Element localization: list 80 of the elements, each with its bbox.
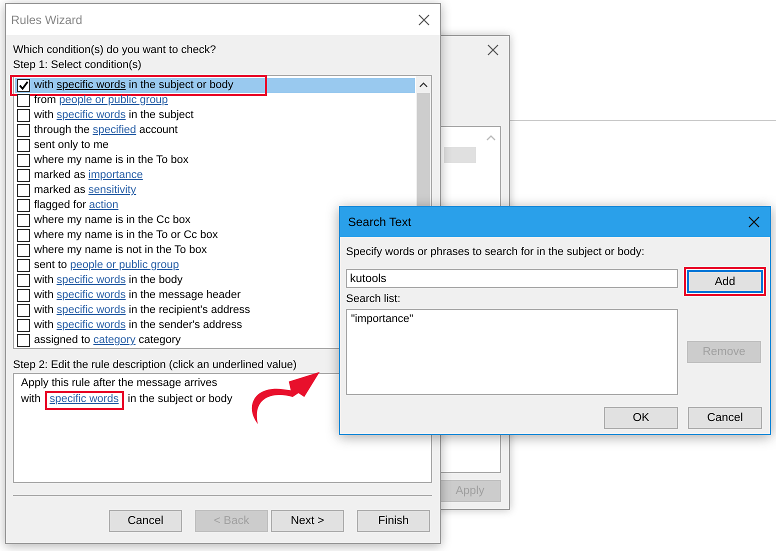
condition-link[interactable]: specified xyxy=(92,124,136,136)
search-list-label: Search list: xyxy=(346,292,402,307)
condition-text: with specific words in the subject or body xyxy=(34,78,234,93)
checkbox[interactable] xyxy=(17,154,30,167)
condition-text: through the specified account xyxy=(34,123,178,138)
checkbox[interactable] xyxy=(17,169,30,182)
condition-link[interactable]: sensitivity xyxy=(88,184,136,196)
checkbox[interactable] xyxy=(17,94,30,107)
condition-row[interactable]: sent only to me xyxy=(15,138,415,153)
condition-row[interactable]: assigned to category category xyxy=(15,333,415,348)
condition-row[interactable]: flagged for action xyxy=(15,198,415,213)
checkbox[interactable] xyxy=(17,184,30,197)
condition-text: with specific words in the sender's address xyxy=(34,318,242,333)
close-icon[interactable] xyxy=(487,44,499,56)
condition-text: with specific words in the recipient's address xyxy=(34,303,250,318)
step-label: Step 2: Edit the rule description (click an underlined value) xyxy=(13,358,298,373)
checkbox[interactable] xyxy=(17,139,30,152)
checkbox[interactable] xyxy=(17,199,30,212)
checkbox[interactable] xyxy=(17,259,30,272)
condition-link[interactable]: category xyxy=(93,334,136,346)
description-text: Apply this rule after the message arrives xyxy=(21,377,218,389)
checkbox[interactable] xyxy=(17,319,30,332)
condition-text: sent to people or public group xyxy=(34,258,179,273)
search-list-item[interactable]: "importance" xyxy=(351,312,414,327)
checkbox[interactable] xyxy=(17,304,30,317)
checkbox[interactable] xyxy=(17,274,30,287)
checkbox[interactable] xyxy=(17,79,30,92)
condition-text: where my name is in the To box xyxy=(34,153,188,168)
condition-row[interactable]: where my name is in the To or Cc box xyxy=(15,228,415,243)
checkbox[interactable] xyxy=(17,109,30,122)
condition-text: marked as sensitivity xyxy=(34,183,136,198)
checkbox[interactable] xyxy=(17,214,30,227)
close-icon[interactable] xyxy=(418,14,430,26)
close-icon[interactable] xyxy=(748,216,760,228)
dialog-button[interactable]: Cancel xyxy=(688,407,762,429)
condition-row[interactable]: marked as sensitivity xyxy=(15,183,415,198)
condition-link[interactable]: people or public group xyxy=(70,259,179,271)
condition-text: where my name is not in the To box xyxy=(34,243,207,258)
dialog-title: Search Text xyxy=(348,215,412,229)
condition-row[interactable]: with specific words in the subject xyxy=(15,108,415,123)
checkbox[interactable] xyxy=(17,124,30,137)
scroll-up-icon[interactable] xyxy=(419,82,428,88)
condition-text: from people or public group xyxy=(34,93,168,108)
condition-text: marked as importance xyxy=(34,168,143,183)
condition-text: sent only to me xyxy=(34,138,109,153)
dialog-button[interactable]: OK xyxy=(604,407,678,429)
condition-row[interactable]: where my name is in the To box xyxy=(15,153,415,168)
wizard-button[interactable]: Cancel xyxy=(109,510,182,532)
condition-row[interactable]: marked as importance xyxy=(15,168,415,183)
condition-row[interactable]: from people or public group xyxy=(15,93,415,108)
add-button[interactable]: Add xyxy=(687,270,763,293)
checkbox[interactable] xyxy=(17,289,30,302)
condition-text: with specific words in the subject xyxy=(34,108,194,123)
condition-link[interactable]: people or public group xyxy=(59,94,168,106)
question-text: Which condition(s) do you want to check? xyxy=(13,43,217,58)
condition-text: flagged for action xyxy=(34,198,118,213)
wizard-button[interactable]: Finish xyxy=(357,510,430,532)
condition-text: with specific words in the body xyxy=(34,273,183,288)
condition-text: where my name is in the To or Cc box xyxy=(34,228,218,243)
condition-text: assigned to category category xyxy=(34,333,181,348)
condition-link[interactable]: specific words xyxy=(56,274,126,286)
condition-link[interactable]: specific words xyxy=(56,304,126,316)
condition-row[interactable]: through the specified account xyxy=(15,123,415,138)
description-link[interactable]: specific words xyxy=(44,391,124,410)
step-label: Step 1: Select condition(s) xyxy=(13,58,142,73)
checkbox[interactable] xyxy=(17,244,30,257)
condition-link[interactable]: specific words xyxy=(56,319,126,331)
wizard-button[interactable]: Next > xyxy=(271,510,344,532)
condition-link[interactable]: action xyxy=(89,199,118,211)
window-title: Rules Wizard xyxy=(11,12,82,26)
checkbox[interactable] xyxy=(17,229,30,242)
condition-text: with specific words in the message header xyxy=(34,288,241,303)
prompt-text: Specify words or phrases to search for in the subject or body: xyxy=(346,245,646,260)
condition-link[interactable]: specific words xyxy=(56,109,126,121)
checkbox[interactable] xyxy=(17,334,30,347)
condition-text: where my name is in the Cc box xyxy=(34,213,191,228)
condition-link[interactable]: specific words xyxy=(56,289,126,301)
condition-link[interactable]: specific words xyxy=(56,79,126,91)
condition-link[interactable]: importance xyxy=(88,169,143,181)
search-text-field[interactable]: kutools xyxy=(346,269,678,288)
